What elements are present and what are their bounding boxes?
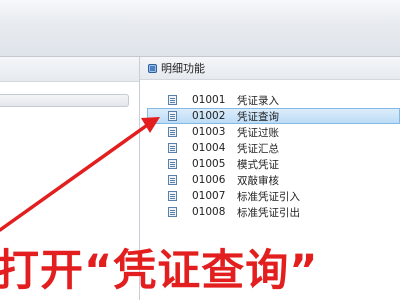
left-pane-header (0, 57, 139, 82)
function-code: 01004 (192, 142, 226, 154)
detail-section-title: 明细功能 (148, 61, 205, 75)
window-toolbar-area (0, 0, 400, 57)
document-icon (168, 175, 177, 185)
function-name: 标准凭证引入 (237, 190, 300, 203)
toolbar-highlight (0, 0, 400, 22)
document-icon (168, 143, 177, 153)
function-name: 模式凭证 (237, 158, 279, 171)
function-code: 01006 (192, 174, 226, 186)
detail-function-list: 01001 凭证录入 01002 凭证查询 01003 凭证过账 01004 凭… (147, 92, 400, 220)
document-icon (168, 207, 177, 217)
list-item[interactable]: 01003 凭证过账 (147, 124, 400, 140)
document-icon (168, 95, 177, 105)
function-code: 01001 (192, 94, 226, 106)
list-item[interactable]: 01004 凭证汇总 (147, 140, 400, 156)
function-name: 凭证过账 (237, 126, 279, 139)
function-name: 凭证汇总 (237, 142, 279, 155)
list-item[interactable]: 01006 双敲审核 (147, 172, 400, 188)
function-name: 标准凭证引出 (237, 206, 300, 219)
function-code: 01005 (192, 158, 226, 170)
tree-selected-node[interactable] (0, 94, 129, 107)
list-item[interactable]: 01001 凭证录入 (147, 92, 400, 108)
document-icon (168, 127, 177, 137)
function-code: 01008 (192, 206, 226, 218)
detail-pane-header: 明细功能 (140, 57, 400, 80)
annotation-caption: 打开“凭证查询” (0, 246, 319, 296)
detail-title-label: 明细功能 (161, 62, 205, 75)
document-icon (168, 111, 177, 121)
document-icon (168, 191, 177, 201)
list-item-selected[interactable]: 01002 凭证查询 (147, 108, 400, 124)
section-bullet-icon (148, 63, 157, 73)
list-item[interactable]: 01007 标准凭证引入 (147, 188, 400, 204)
function-name: 双敲审核 (237, 174, 279, 187)
document-icon (168, 159, 177, 169)
function-name: 凭证录入 (237, 94, 279, 107)
list-item[interactable]: 01008 标准凭证引出 (147, 204, 400, 220)
function-code: 01003 (192, 126, 226, 138)
function-code: 01007 (192, 190, 226, 202)
function-code: 01002 (192, 110, 226, 122)
list-item[interactable]: 01005 模式凭证 (147, 156, 400, 172)
function-name: 凭证查询 (237, 110, 279, 123)
